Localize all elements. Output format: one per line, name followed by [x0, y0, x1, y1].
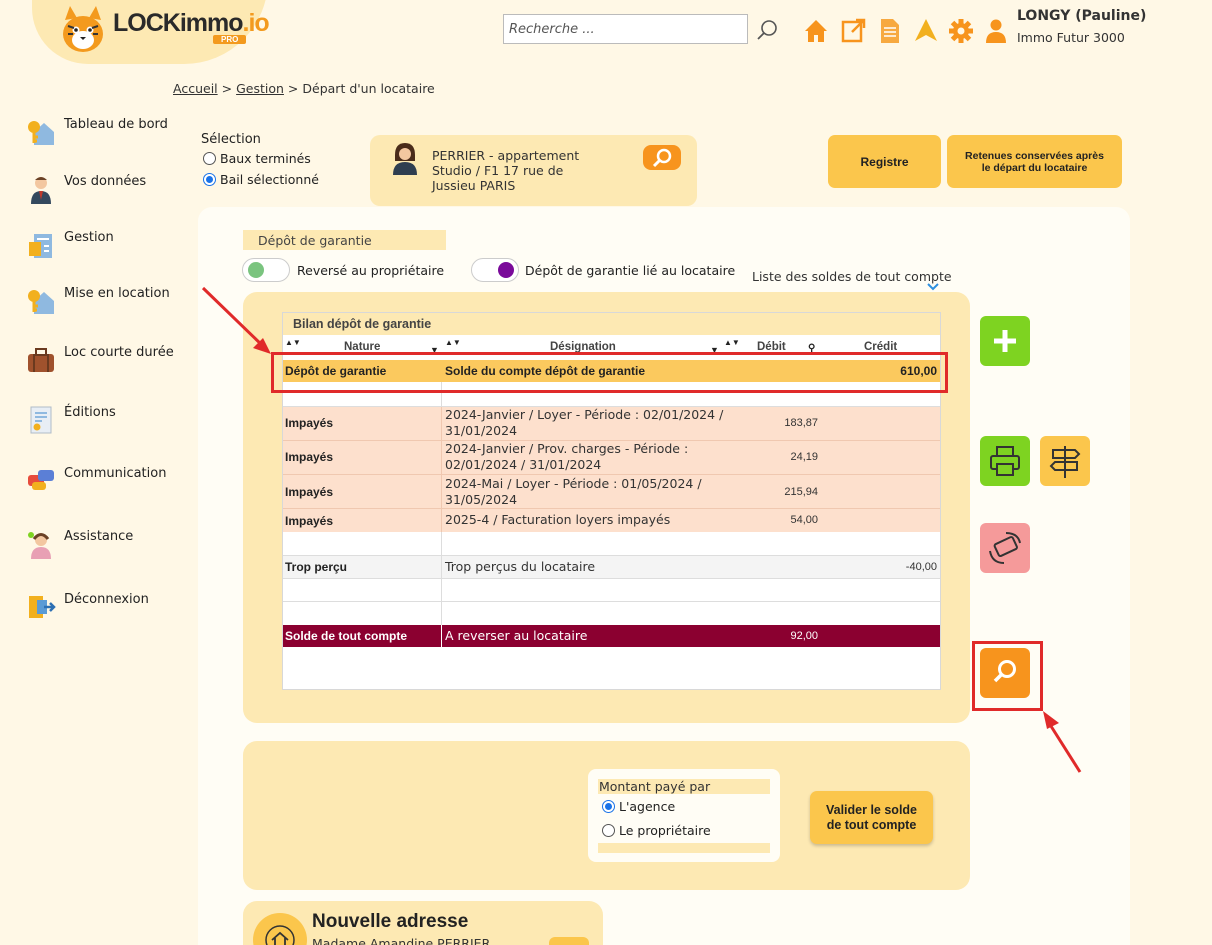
payment-card-footer — [598, 843, 770, 853]
gear-icon[interactable] — [948, 17, 974, 45]
table-title: Bilan dépôt de garantie — [283, 313, 940, 335]
money-refund-icon[interactable] — [980, 523, 1030, 573]
user-icon[interactable] — [983, 17, 1009, 45]
toggle-knob — [248, 262, 264, 278]
sidebar-item-editions[interactable]: Éditions — [26, 405, 196, 437]
sidebar-item-label: Éditions — [64, 405, 116, 420]
keys-house-icon — [28, 290, 54, 314]
sidebar-item-label: Gestion — [64, 230, 114, 245]
suitcase-icon — [28, 348, 54, 372]
retenues-button[interactable]: Retenues conservées après le départ du l… — [947, 135, 1122, 188]
toggle-reverse-proprietaire[interactable] — [242, 258, 290, 282]
plus-icon[interactable] — [980, 316, 1030, 366]
row-divider — [283, 601, 940, 602]
support-agent-icon — [28, 532, 51, 559]
external-link-icon[interactable] — [840, 17, 866, 45]
table-header: ▲▼ Nature ▼ ▲▼ Désignation ▼ ▲▼ Débit ⚲ … — [283, 337, 940, 355]
annotation-arrow — [1043, 711, 1082, 773]
signpost-icon[interactable] — [1040, 436, 1090, 486]
highlight-box — [972, 641, 1043, 711]
new-address-name: Madame Amandine PERRIER — [312, 936, 491, 945]
sidebar-item-tableau-de-bord[interactable]: Tableau de bord — [26, 117, 196, 149]
sort-icon[interactable]: ▲▼ — [285, 338, 301, 347]
management-icon — [29, 234, 52, 258]
sort-icon[interactable]: ▲▼ — [445, 338, 461, 347]
breadcrumb-home-link[interactable]: Accueil — [173, 81, 218, 96]
sidebar-item-label: Déconnexion — [64, 592, 149, 607]
radio-proprietaire[interactable]: Le propriétaire — [602, 823, 711, 838]
radio-button[interactable] — [203, 152, 216, 165]
radio-button[interactable] — [602, 824, 615, 837]
search-icon[interactable] — [643, 145, 681, 170]
logout-icon — [29, 596, 56, 618]
sidebar-item-label: Vos données — [64, 174, 147, 189]
sidebar-item-mise-en-location[interactable]: Mise en location — [26, 286, 196, 318]
app-logo-text[interactable]: LOCKimmo.io — [113, 9, 270, 38]
column-divider — [441, 532, 442, 555]
sort-icon[interactable]: ▲▼ — [724, 338, 740, 347]
table-row-total[interactable]: Solde de tout compte A reverser au locat… — [283, 625, 940, 647]
annotation-arrow — [201, 286, 271, 354]
radio-button-selected[interactable] — [203, 173, 216, 186]
printer-icon[interactable] — [980, 436, 1030, 486]
table-row[interactable]: Impayés 2024-Janvier / Loyer - Période :… — [283, 407, 940, 441]
row-divider — [283, 578, 940, 579]
tenant-card: PERRIER - appartement Studio / F1 17 rue… — [370, 135, 697, 206]
sidebar-item-label: Assistance — [64, 529, 134, 544]
new-address-title: Nouvelle adresse — [312, 911, 469, 932]
toggle-knob — [498, 262, 514, 278]
chat-bubbles-icon — [28, 470, 54, 490]
selection-title: Sélection — [201, 132, 261, 147]
column-divider — [441, 625, 442, 647]
sidebar-item-label: Mise en location — [64, 286, 170, 301]
keys-house-icon — [28, 121, 54, 145]
toggle-depot-lie-locataire[interactable] — [471, 258, 519, 282]
sidebar-item-loc-courte-duree[interactable]: Loc courte durée — [26, 345, 196, 377]
radio-bail-selectionne[interactable]: Bail sélectionné — [203, 172, 319, 187]
sidebar-item-communication[interactable]: Communication — [26, 466, 196, 498]
tiger-logo-icon[interactable] — [56, 4, 110, 58]
person-icon — [31, 177, 51, 204]
registre-button[interactable]: Registre — [828, 135, 941, 188]
toggle-reverse-proprietaire-label: Reversé au propriétaire — [297, 263, 445, 278]
sidebar-item-assistance[interactable]: Assistance — [26, 529, 196, 561]
document-icon[interactable] — [877, 17, 903, 45]
column-divider — [441, 407, 442, 532]
user-name[interactable]: LONGY (Pauline) — [1017, 8, 1146, 24]
validate-solde-button[interactable]: Valider le solde de tout compte — [810, 791, 933, 844]
report-icon — [30, 406, 52, 434]
sidebar-item-label: Communication — [64, 466, 167, 481]
sidebar-item-vos-donnees[interactable]: Vos données — [26, 174, 196, 206]
soldes-list-label: Liste des soldes de tout compte — [752, 269, 952, 284]
radio-baux-termines[interactable]: Baux terminés — [203, 151, 311, 166]
tenant-avatar-icon — [393, 143, 417, 175]
search-icon[interactable] — [755, 18, 779, 42]
user-company: Immo Futur 3000 — [1017, 30, 1125, 45]
tenant-description: PERRIER - appartement Studio / F1 17 rue… — [432, 148, 580, 193]
table-row[interactable]: Trop perçu Trop perçus du locataire -40,… — [283, 556, 940, 578]
highlight-box — [271, 352, 948, 393]
arrow-up-icon[interactable] — [913, 17, 939, 45]
address-action-button[interactable] — [549, 937, 589, 945]
table-row[interactable]: Impayés 2024-Janvier / Prov. charges - P… — [283, 441, 940, 475]
breadcrumb-gestion-link[interactable]: Gestion — [236, 81, 284, 96]
deposit-section-label: Dépôt de garantie — [243, 230, 446, 250]
breadcrumb-current: Départ d'un locataire — [302, 81, 435, 96]
radio-button-selected[interactable] — [602, 800, 615, 813]
payment-title: Montant payé par — [598, 779, 770, 794]
sidebar-item-label: Tableau de bord — [64, 117, 168, 132]
table-row[interactable]: Impayés 2024-Mai / Loyer - Période : 01/… — [283, 475, 940, 509]
search-input[interactable] — [503, 14, 748, 44]
home-icon[interactable] — [803, 17, 829, 45]
table-row[interactable]: Impayés 2025-4 / Facturation loyers impa… — [283, 509, 940, 532]
sidebar-item-label: Loc courte durée — [64, 345, 174, 360]
radio-agence[interactable]: L'agence — [602, 799, 675, 814]
toggle-depot-lie-locataire-label: Dépôt de garantie lié au locataire — [525, 263, 736, 278]
chevron-down-icon[interactable] — [926, 282, 940, 292]
column-divider — [441, 556, 442, 626]
breadcrumb: Accueil > Gestion > Départ d'un locatair… — [173, 81, 435, 96]
sidebar-item-deconnexion[interactable]: Déconnexion — [26, 592, 196, 624]
sidebar-item-gestion[interactable]: Gestion — [26, 230, 196, 262]
pro-badge: PRO — [213, 35, 247, 44]
